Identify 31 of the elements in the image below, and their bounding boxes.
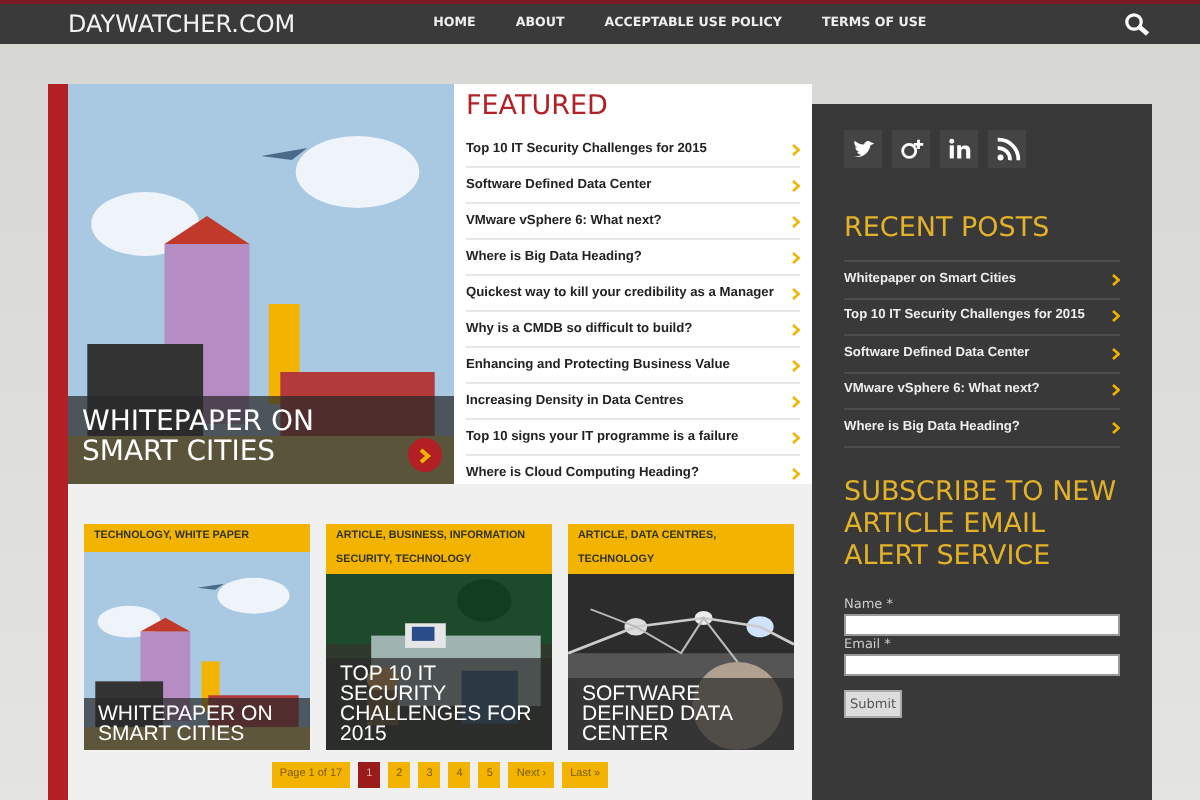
profile-icon[interactable] bbox=[945, 135, 973, 163]
section-heading: FEATURED bbox=[466, 88, 610, 124]
chevron-icon bbox=[792, 287, 800, 299]
chevron-icon bbox=[1112, 384, 1120, 397]
bird-icon[interactable] bbox=[849, 135, 877, 163]
chevron-icon bbox=[792, 179, 800, 191]
chevron-icon bbox=[1112, 421, 1120, 434]
plus-icon[interactable] bbox=[897, 135, 925, 163]
chevron-icon bbox=[792, 323, 800, 335]
search-icon[interactable] bbox=[1124, 12, 1150, 36]
input-field[interactable] bbox=[844, 653, 1120, 675]
chevron-icon bbox=[1112, 310, 1120, 323]
section-heading: RECENT POSTS bbox=[844, 212, 1052, 244]
chevron-icon bbox=[418, 447, 432, 463]
site-logo[interactable]: DAYWATCHER.COM bbox=[68, 6, 296, 42]
chevron-icon bbox=[1112, 347, 1120, 360]
chevron-icon bbox=[792, 467, 800, 479]
chevron-icon bbox=[792, 431, 800, 443]
chevron-icon bbox=[792, 395, 800, 407]
section-heading: SUBSCRIBE TO NEW ARTICLE EMAIL ALERT SERVICE bbox=[844, 475, 1119, 571]
chevron-icon bbox=[792, 143, 800, 155]
card-title[interactable]: TOP 10 IT SECURITY CHALLENGES FOR 2015 bbox=[340, 664, 538, 744]
chevron-icon bbox=[792, 215, 800, 227]
chevron-icon bbox=[792, 251, 800, 263]
next-button[interactable] bbox=[408, 438, 442, 472]
hero-title[interactable]: WHITEPAPER ON SMART CITIES bbox=[82, 408, 382, 468]
chevron-icon bbox=[1112, 273, 1120, 286]
chevron-icon bbox=[792, 359, 800, 371]
card-title[interactable]: WHITEPAPER ON SMART CITIES bbox=[98, 704, 296, 744]
rss-icon[interactable] bbox=[993, 135, 1021, 163]
input-field[interactable] bbox=[844, 613, 1120, 635]
